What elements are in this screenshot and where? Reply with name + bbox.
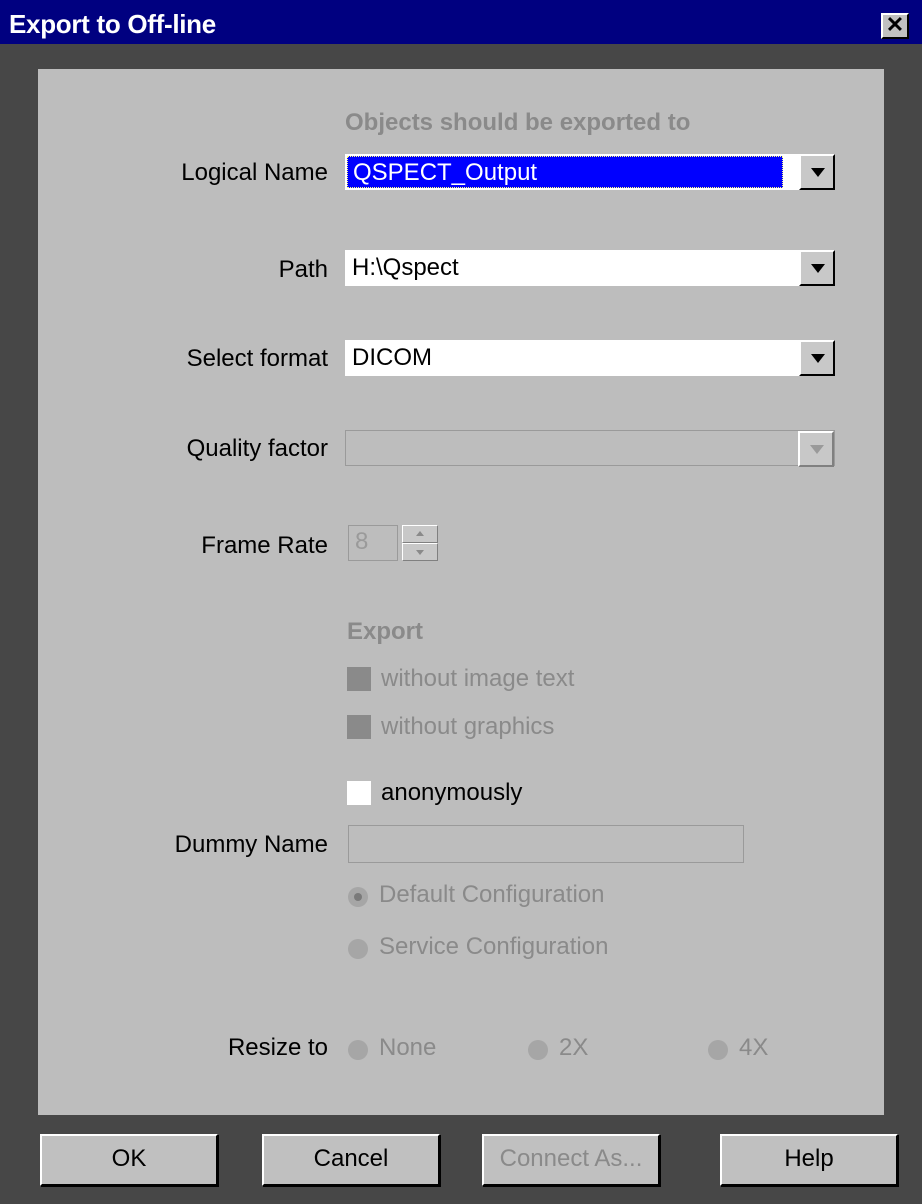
resize-2x-label: 2X (559, 1034, 589, 1061)
format-combo[interactable]: DICOM (345, 340, 835, 376)
logical-name-dropdown-button[interactable] (799, 154, 835, 190)
export-dialog: Export to Off-line ✕ Objects should be e… (0, 0, 922, 1204)
dummy-name-input[interactable] (348, 825, 744, 863)
title-bar[interactable]: Export to Off-line ✕ (0, 0, 922, 44)
quality-dropdown-button[interactable] (798, 431, 834, 467)
default-configuration-radio[interactable] (348, 887, 368, 907)
format-dropdown-button[interactable] (799, 340, 835, 376)
dialog-body: Objects should be exported to Logical Na… (38, 69, 884, 1115)
anonymously-label: anonymously (381, 779, 523, 806)
close-button[interactable]: ✕ (881, 13, 909, 39)
logical-name-value: QSPECT_Output (353, 159, 538, 186)
service-configuration-label: Service Configuration (379, 933, 609, 960)
ok-button[interactable]: OK (40, 1134, 218, 1186)
resize-none-label: None (379, 1034, 437, 1061)
frame-rate-label: Frame Rate (201, 532, 328, 559)
path-value: H:\Qspect (352, 254, 459, 281)
resize-4x-label: 4X (739, 1034, 769, 1061)
resize-4x-radio[interactable] (708, 1040, 728, 1060)
destination-heading: Objects should be exported to (345, 109, 691, 136)
service-configuration-radio[interactable] (348, 939, 368, 959)
default-configuration-label: Default Configuration (379, 881, 605, 908)
without-graphics-label: without graphics (381, 713, 555, 740)
without-image-text-label: without image text (381, 665, 575, 692)
close-icon: ✕ (885, 12, 905, 37)
path-label: Path (278, 256, 328, 283)
path-combo[interactable]: H:\Qspect (345, 250, 835, 286)
resize-none-radio[interactable] (348, 1040, 368, 1060)
cancel-button[interactable]: Cancel (262, 1134, 440, 1186)
logical-name-label: Logical Name (181, 159, 328, 186)
logical-name-selection: QSPECT_Output (347, 156, 783, 188)
format-value: DICOM (352, 344, 432, 371)
without-image-text-checkbox[interactable] (347, 667, 371, 691)
connect-as-button[interactable]: Connect As... (482, 1134, 660, 1186)
dialog-title: Export to Off-line (9, 9, 216, 39)
anonymously-checkbox[interactable] (347, 781, 371, 805)
dummy-name-label: Dummy Name (174, 831, 328, 858)
frame-rate-up-button[interactable] (402, 525, 438, 543)
path-dropdown-button[interactable] (799, 250, 835, 286)
without-graphics-checkbox[interactable] (347, 715, 371, 739)
format-label: Select format (186, 345, 328, 372)
quality-combo[interactable] (345, 430, 835, 467)
resize-label: Resize to (227, 1034, 328, 1061)
frame-rate-down-button[interactable] (402, 543, 438, 561)
logical-name-combo[interactable]: QSPECT_Output (345, 154, 835, 190)
export-heading: Export (347, 618, 424, 645)
quality-label: Quality factor (186, 435, 328, 462)
help-button[interactable]: Help (720, 1134, 898, 1186)
resize-2x-radio[interactable] (528, 1040, 548, 1060)
frame-rate-field[interactable]: 8 (348, 525, 398, 561)
